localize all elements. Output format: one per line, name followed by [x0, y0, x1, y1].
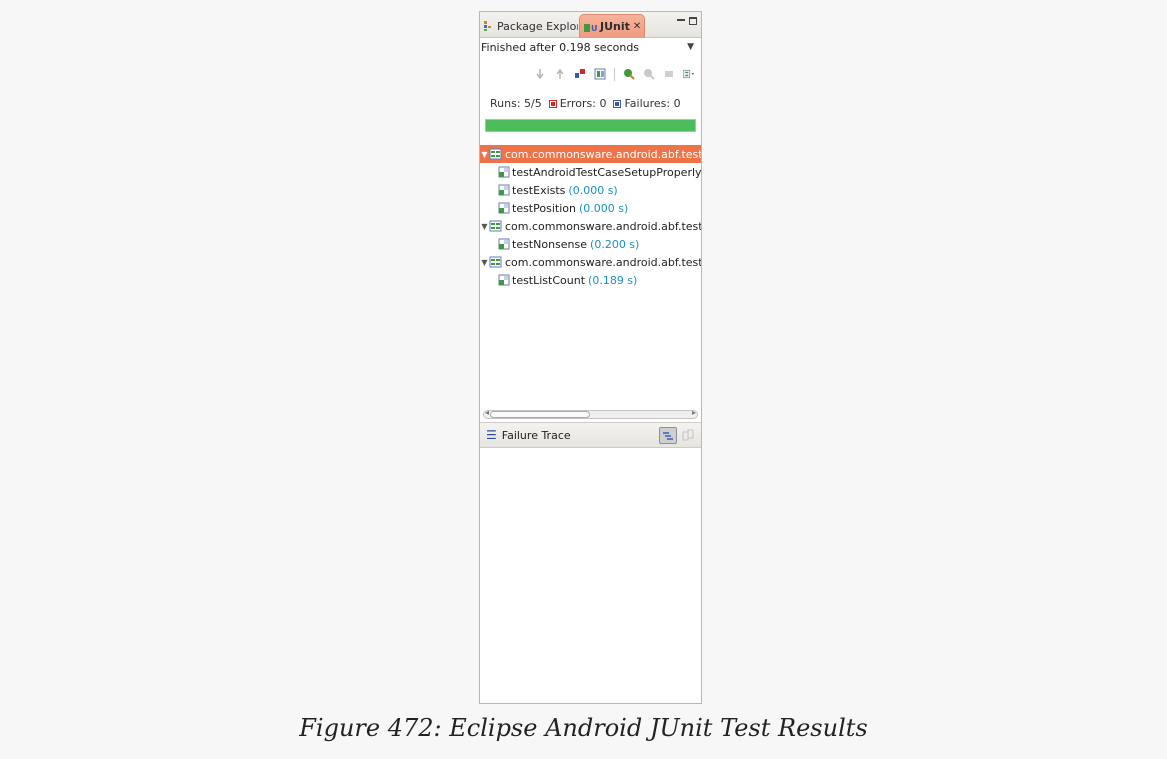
failure-trace-title: Failure Trace	[501, 428, 571, 442]
previous-failure-icon[interactable]	[554, 68, 566, 80]
test-suite-label: com.commonsware.android.abf.test.	[505, 219, 701, 233]
errors-icon	[548, 99, 557, 108]
test-passed-icon	[498, 274, 510, 286]
test-case-label: testNonsense	[512, 237, 588, 251]
errors-label: Errors:	[559, 97, 596, 110]
test-suite-icon	[489, 220, 503, 232]
test-duration: (0.000 s)	[568, 183, 618, 197]
junit-view: Package Explor U JUnit ✕ Finished after …	[479, 11, 702, 704]
test-suite-label: com.commonsware.android.abf.test.	[505, 255, 701, 269]
close-icon[interactable]: ✕	[633, 21, 641, 32]
failure-trace-body	[480, 449, 701, 703]
scroll-left-icon[interactable]: ◂	[485, 408, 489, 417]
scroll-right-icon[interactable]: ▸	[692, 408, 696, 417]
progress-fill	[486, 120, 695, 131]
test-passed-icon	[498, 238, 510, 250]
stop-run-icon[interactable]	[663, 68, 675, 80]
status-row: Finished after 0.198 seconds ▼	[481, 39, 700, 56]
svg-text:U: U	[591, 24, 597, 33]
test-duration: (0.200 s)	[590, 237, 640, 251]
test-run-history-icon[interactable]	[683, 68, 695, 80]
expand-toggle-icon[interactable]: ▼	[480, 150, 489, 159]
tab-label: Package Explor	[497, 19, 578, 33]
junit-icon: U	[583, 21, 597, 33]
compare-icon	[682, 429, 694, 441]
maximize-icon[interactable]	[689, 17, 697, 25]
test-passed-icon	[498, 202, 510, 214]
test-suite-row[interactable]: ▼ com.commonsware.android.abf.test.	[480, 145, 701, 163]
status-text: Finished after 0.198 seconds	[481, 41, 640, 54]
test-case-row[interactable]: testAndroidTestCaseSetupProperly	[480, 163, 701, 181]
failures-icon	[613, 99, 622, 108]
test-results-tree: ▼ com.commonsware.android.abf.test. testAn…	[480, 145, 701, 409]
test-case-label: testAndroidTestCaseSetupProperly	[512, 165, 701, 179]
package-explorer-icon	[482, 20, 494, 32]
test-passed-icon	[498, 166, 510, 178]
test-suite-icon	[489, 148, 503, 160]
show-failures-only-icon[interactable]	[574, 68, 586, 80]
test-duration: (0.000 s)	[578, 201, 629, 215]
horizontal-scrollbar[interactable]: ◂ ▸	[483, 408, 698, 419]
test-case-row[interactable]: testListCount (0.189 s)	[480, 271, 701, 289]
tab-label: JUnit	[600, 20, 630, 33]
rerun-failures-first-icon[interactable]	[643, 68, 655, 80]
next-failure-icon[interactable]	[534, 68, 546, 80]
toolbar-separator	[614, 67, 615, 81]
view-controls	[677, 17, 697, 25]
expand-toggle-icon[interactable]: ▼	[480, 222, 489, 231]
test-suite-label: com.commonsware.android.abf.test.	[505, 147, 701, 161]
test-case-row[interactable]: testPosition (0.000 s)	[480, 199, 701, 217]
tab-junit[interactable]: U JUnit ✕	[579, 14, 645, 38]
runs-label: Runs:	[490, 97, 521, 110]
test-case-label: testPosition	[512, 201, 576, 215]
rerun-test-icon[interactable]	[623, 68, 635, 80]
test-case-label: testExists	[512, 183, 566, 197]
test-counters: Runs: 5/5 Errors: 0 Failures: 0	[490, 97, 681, 110]
runs-value: 5/5	[524, 97, 542, 110]
scroll-lock-icon[interactable]	[594, 68, 606, 80]
expand-toggle-icon[interactable]: ▼	[480, 258, 489, 267]
errors-value: 0	[599, 97, 607, 110]
failures-value: 0	[673, 97, 681, 110]
stack-trace-icon: ☰	[486, 428, 497, 442]
filter-stack-trace-button[interactable]	[659, 427, 677, 444]
test-progress-bar	[485, 119, 696, 132]
failures-label: Failures:	[624, 97, 671, 110]
filter-stack-icon	[663, 431, 673, 440]
junit-toolbar	[534, 66, 695, 82]
failure-trace-header: ☰ Failure Trace	[480, 422, 701, 448]
test-case-row[interactable]: testExists (0.000 s)	[480, 181, 701, 199]
test-suite-icon	[489, 256, 503, 268]
compare-results-button[interactable]	[681, 428, 695, 442]
test-case-row[interactable]: testNonsense (0.200 s)	[480, 235, 701, 253]
test-suite-row[interactable]: ▼ com.commonsware.android.abf.test.	[480, 253, 701, 271]
test-duration: (0.189 s)	[588, 273, 638, 287]
test-case-label: testListCount	[512, 273, 586, 287]
test-suite-row[interactable]: ▼ com.commonsware.android.abf.test.	[480, 217, 701, 235]
tab-package-explorer[interactable]: Package Explor	[482, 14, 578, 38]
figure-caption: Figure 472: Eclipse Android JUnit Test R…	[299, 714, 868, 742]
scrollbar-thumb[interactable]	[490, 411, 590, 418]
tab-bar: Package Explor U JUnit ✕	[480, 12, 701, 38]
test-passed-icon	[498, 184, 510, 196]
minimize-icon[interactable]	[677, 19, 685, 22]
view-menu-chevron-icon[interactable]: ▼	[687, 39, 694, 56]
